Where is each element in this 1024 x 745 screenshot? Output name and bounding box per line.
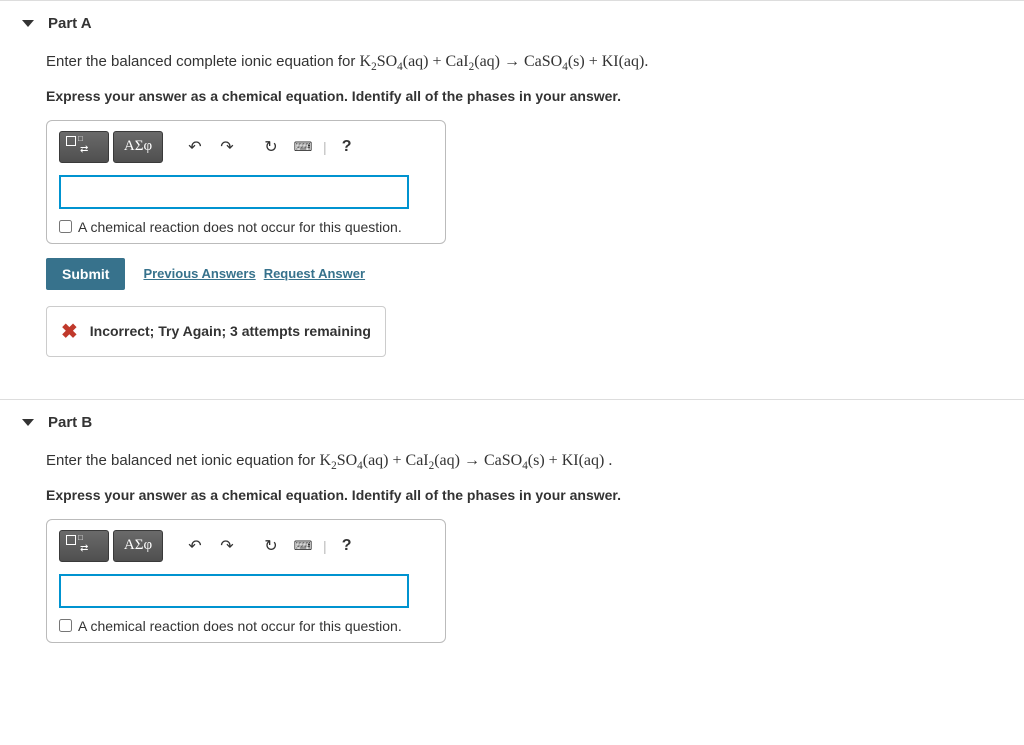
reset-icon[interactable]: ↻ [257, 133, 285, 161]
part-b-body: Enter the balanced net ionic equation fo… [0, 449, 1024, 667]
undo-icon[interactable]: ↶ [181, 133, 209, 161]
help-icon[interactable]: ? [333, 133, 361, 161]
part-b-title: Part B [48, 414, 92, 431]
no-reaction-row[interactable]: A chemical reaction does not occur for t… [59, 219, 433, 235]
separator: | [323, 139, 327, 155]
no-reaction-label: A chemical reaction does not occur for t… [78, 618, 402, 634]
part-a-instruction: Express your answer as a chemical equati… [46, 88, 978, 104]
incorrect-icon: ✖ [61, 319, 78, 344]
no-reaction-label: A chemical reaction does not occur for t… [78, 219, 402, 235]
prompt-prefix: Enter the balanced complete ionic equati… [46, 53, 360, 70]
redo-icon[interactable]: ↷ [213, 532, 241, 560]
part-a-prompt: Enter the balanced complete ionic equati… [46, 50, 978, 76]
templates-button[interactable]: □⇄ [59, 530, 109, 562]
feedback-text: Incorrect; Try Again; 3 attempts remaini… [90, 323, 371, 339]
keyboard-icon[interactable]: ⌨ [289, 133, 317, 161]
answer-box: □⇄ ΑΣφ ↶ ↷ ↻ ⌨ | ? A chemical reaction d… [46, 120, 446, 244]
equation-input[interactable] [59, 574, 409, 608]
request-answer-link[interactable]: Request Answer [264, 266, 365, 281]
part-b-instruction: Express your answer as a chemical equati… [46, 487, 978, 503]
equation-toolbar: □⇄ ΑΣφ ↶ ↷ ↻ ⌨ | ? [59, 530, 433, 562]
templates-button[interactable]: □⇄ [59, 131, 109, 163]
separator: | [323, 538, 327, 554]
prompt-prefix: Enter the balanced net ionic equation fo… [46, 452, 320, 469]
action-row: Submit Previous Answers Request Answer [46, 258, 978, 290]
previous-answers-link[interactable]: Previous Answers [143, 266, 255, 281]
prompt-equation: K2SO4(aq) + CaI2(aq) → CaSO4(s) + KI(aq)… [360, 53, 649, 70]
reset-icon[interactable]: ↻ [257, 532, 285, 560]
part-b-prompt: Enter the balanced net ionic equation fo… [46, 449, 978, 475]
submit-button[interactable]: Submit [46, 258, 125, 290]
caret-down-icon [22, 419, 34, 426]
part-b-container: Part B Enter the balanced net ionic equa… [0, 399, 1024, 667]
keyboard-icon[interactable]: ⌨ [289, 532, 317, 560]
part-a-container: Part A Enter the balanced complete ionic… [0, 0, 1024, 381]
part-a-title: Part A [48, 15, 92, 32]
no-reaction-checkbox[interactable] [59, 220, 72, 233]
help-icon[interactable]: ? [333, 532, 361, 560]
undo-icon[interactable]: ↶ [181, 532, 209, 560]
caret-down-icon [22, 20, 34, 27]
no-reaction-checkbox[interactable] [59, 619, 72, 632]
no-reaction-row[interactable]: A chemical reaction does not occur for t… [59, 618, 433, 634]
redo-icon[interactable]: ↷ [213, 133, 241, 161]
feedback-box: ✖ Incorrect; Try Again; 3 attempts remai… [46, 306, 386, 357]
greek-button[interactable]: ΑΣφ [113, 530, 163, 562]
part-b-header[interactable]: Part B [0, 400, 1024, 445]
greek-button[interactable]: ΑΣφ [113, 131, 163, 163]
part-a-body: Enter the balanced complete ionic equati… [0, 50, 1024, 381]
prompt-equation: K2SO4(aq) + CaI2(aq) → CaSO4(s) + KI(aq)… [320, 452, 613, 469]
equation-toolbar: □⇄ ΑΣφ ↶ ↷ ↻ ⌨ | ? [59, 131, 433, 163]
part-a-header[interactable]: Part A [0, 1, 1024, 46]
answer-box: □⇄ ΑΣφ ↶ ↷ ↻ ⌨ | ? A chemical reaction d… [46, 519, 446, 643]
equation-input[interactable] [59, 175, 409, 209]
